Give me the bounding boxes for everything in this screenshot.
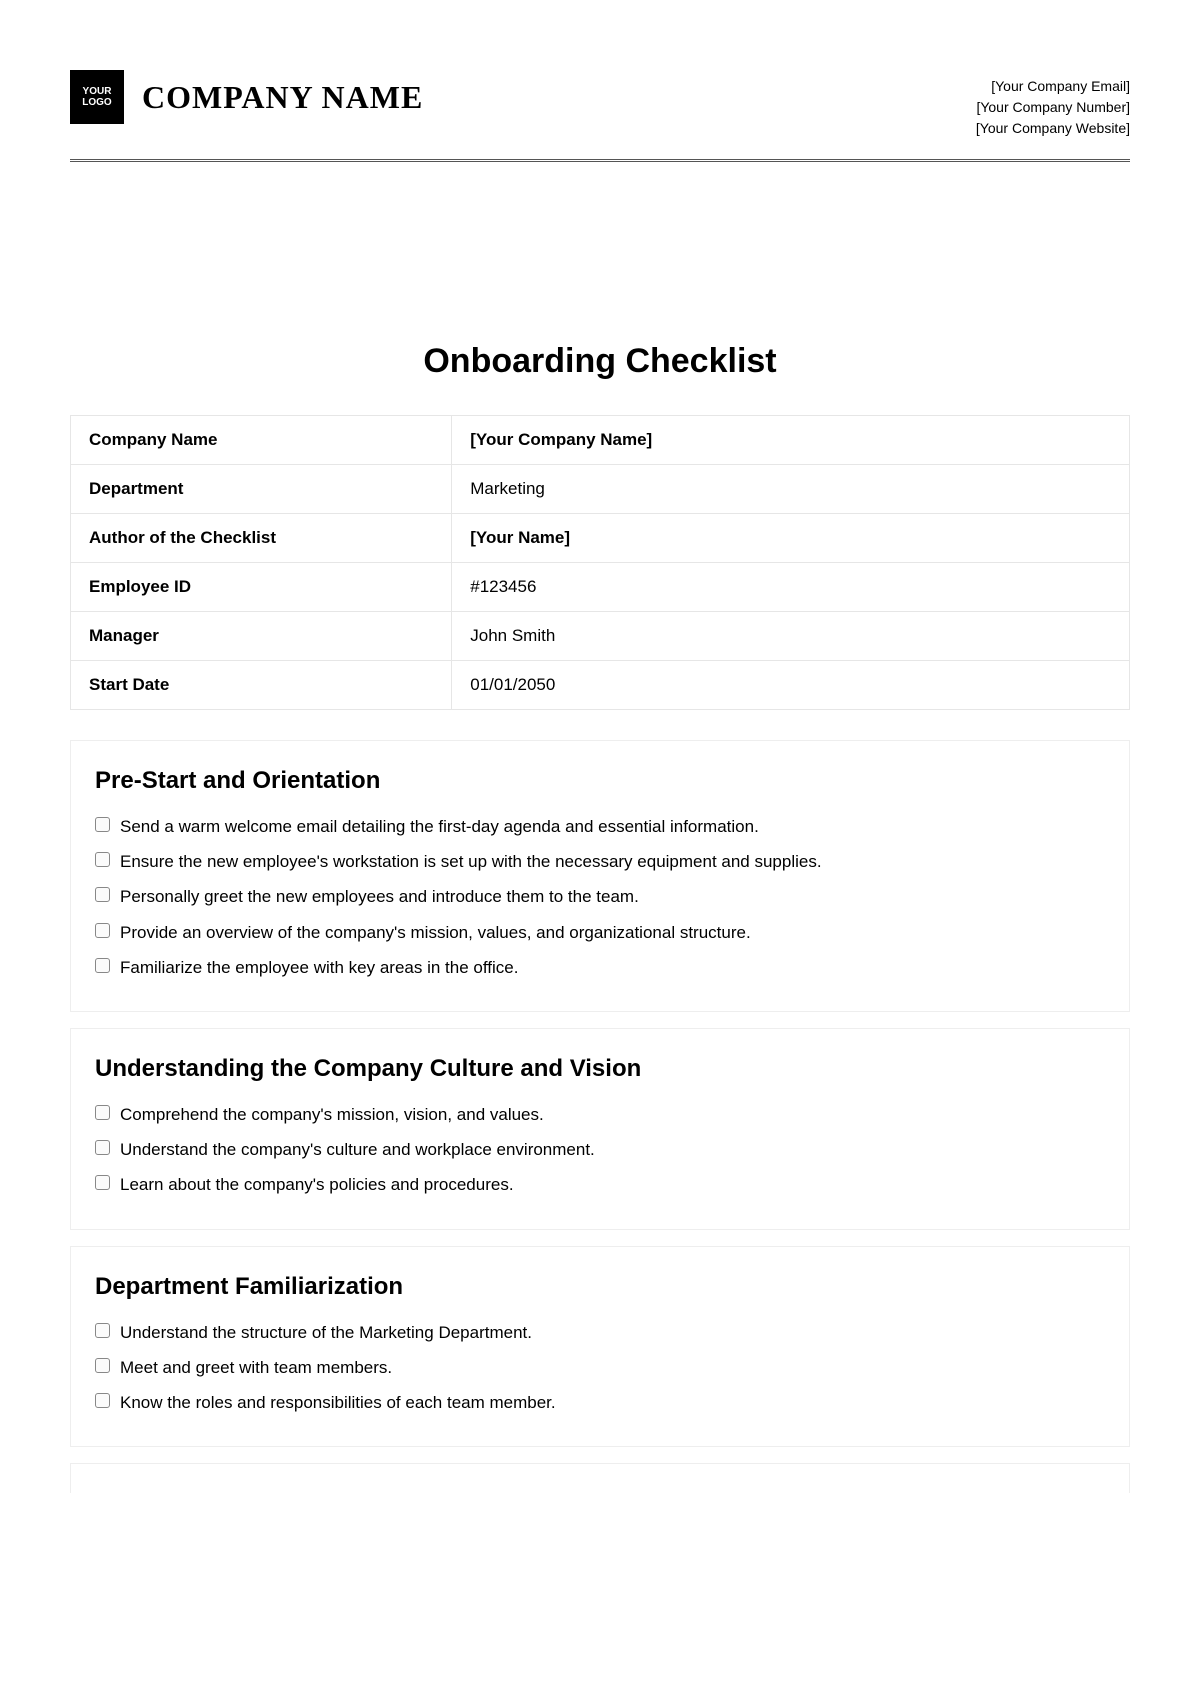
checklist-item: Ensure the new employee's workstation is… <box>95 848 1105 875</box>
info-label: Employee ID <box>71 563 452 612</box>
checklist-item-text: Know the roles and responsibilities of e… <box>120 1389 556 1416</box>
checklist: Comprehend the company's mission, vision… <box>95 1101 1105 1199</box>
info-row: Start Date01/01/2050 <box>71 661 1130 710</box>
section-partial <box>70 1463 1130 1493</box>
checkbox-icon[interactable] <box>95 817 110 832</box>
checklist-item-text: Learn about the company's policies and p… <box>120 1171 514 1198</box>
info-label: Manager <box>71 612 452 661</box>
checkbox-icon[interactable] <box>95 1358 110 1373</box>
info-table: Company Name[Your Company Name]Departmen… <box>70 415 1130 710</box>
checklist-item-text: Personally greet the new employees and i… <box>120 883 639 910</box>
info-value: 01/01/2050 <box>452 661 1130 710</box>
checkbox-icon[interactable] <box>95 887 110 902</box>
checklist-item: Provide an overview of the company's mis… <box>95 919 1105 946</box>
checklist-section: Pre-Start and Orientation Send a warm wel… <box>70 740 1130 1012</box>
checklist-item: Familiarize the employee with key areas … <box>95 954 1105 981</box>
checkbox-icon[interactable] <box>95 852 110 867</box>
checklist-item-text: Send a warm welcome email detailing the … <box>120 813 759 840</box>
checklist-item: Learn about the company's policies and p… <box>95 1171 1105 1198</box>
checklist-item-text: Comprehend the company's mission, vision… <box>120 1101 544 1128</box>
checklist-item-text: Understand the structure of the Marketin… <box>120 1319 532 1346</box>
checklist-item-text: Familiarize the employee with key areas … <box>120 954 518 981</box>
logo-placeholder: YOUR LOGO <box>70 70 124 124</box>
info-row: Employee ID#123456 <box>71 563 1130 612</box>
checklist-item-text: Understand the company's culture and wor… <box>120 1136 595 1163</box>
checklist-item: Meet and greet with team members. <box>95 1354 1105 1381</box>
sections-container: Pre-Start and Orientation Send a warm wel… <box>70 740 1130 1447</box>
info-row: Author of the Checklist[Your Name] <box>71 514 1130 563</box>
checkbox-icon[interactable] <box>95 1140 110 1155</box>
info-value: [Your Name] <box>452 514 1130 563</box>
document-title: Onboarding Checklist <box>70 342 1130 381</box>
logo-text-line2: LOGO <box>82 97 111 108</box>
section-title: Understanding the Company Culture and Vi… <box>95 1055 1105 1083</box>
checklist-item: Know the roles and responsibilities of e… <box>95 1389 1105 1416</box>
checklist: Send a warm welcome email detailing the … <box>95 813 1105 981</box>
section-title: Pre-Start and Orientation <box>95 767 1105 795</box>
checklist-item: Personally greet the new employees and i… <box>95 883 1105 910</box>
checklist-item-text: Meet and greet with team members. <box>120 1354 392 1381</box>
checkbox-icon[interactable] <box>95 1175 110 1190</box>
checklist-section: Department Familiarization Understand the… <box>70 1246 1130 1448</box>
checklist-item: Understand the company's culture and wor… <box>95 1136 1105 1163</box>
checklist: Understand the structure of the Marketin… <box>95 1319 1105 1417</box>
checkbox-icon[interactable] <box>95 1323 110 1338</box>
info-row: DepartmentMarketing <box>71 465 1130 514</box>
header-divider <box>70 159 1130 162</box>
info-label: Author of the Checklist <box>71 514 452 563</box>
info-label: Department <box>71 465 452 514</box>
header-left: YOUR LOGO COMPANY NAME <box>70 70 423 124</box>
checklist-item-text: Provide an overview of the company's mis… <box>120 919 751 946</box>
checklist-item: Comprehend the company's mission, vision… <box>95 1101 1105 1128</box>
info-value: #123456 <box>452 563 1130 612</box>
info-label: Company Name <box>71 416 452 465</box>
info-row: ManagerJohn Smith <box>71 612 1130 661</box>
checkbox-icon[interactable] <box>95 958 110 973</box>
company-email: [Your Company Email] <box>976 76 1130 97</box>
section-title: Department Familiarization <box>95 1273 1105 1301</box>
info-value: John Smith <box>452 612 1130 661</box>
checklist-item: Understand the structure of the Marketin… <box>95 1319 1105 1346</box>
checklist-section: Understanding the Company Culture and Vi… <box>70 1028 1130 1230</box>
checklist-item: Send a warm welcome email detailing the … <box>95 813 1105 840</box>
checkbox-icon[interactable] <box>95 1393 110 1408</box>
info-row: Company Name[Your Company Name] <box>71 416 1130 465</box>
header-contact: [Your Company Email] [Your Company Numbe… <box>976 70 1130 139</box>
checkbox-icon[interactable] <box>95 1105 110 1120</box>
info-label: Start Date <box>71 661 452 710</box>
header: YOUR LOGO COMPANY NAME [Your Company Ema… <box>70 70 1130 139</box>
company-website: [Your Company Website] <box>976 118 1130 139</box>
checkbox-icon[interactable] <box>95 923 110 938</box>
checklist-item-text: Ensure the new employee's workstation is… <box>120 848 822 875</box>
logo-text-line1: YOUR <box>83 86 112 97</box>
info-value: Marketing <box>452 465 1130 514</box>
info-value: [Your Company Name] <box>452 416 1130 465</box>
company-name: COMPANY NAME <box>142 79 423 116</box>
info-table-body: Company Name[Your Company Name]Departmen… <box>71 416 1130 710</box>
document-page: YOUR LOGO COMPANY NAME [Your Company Ema… <box>0 0 1200 1493</box>
company-number: [Your Company Number] <box>976 97 1130 118</box>
